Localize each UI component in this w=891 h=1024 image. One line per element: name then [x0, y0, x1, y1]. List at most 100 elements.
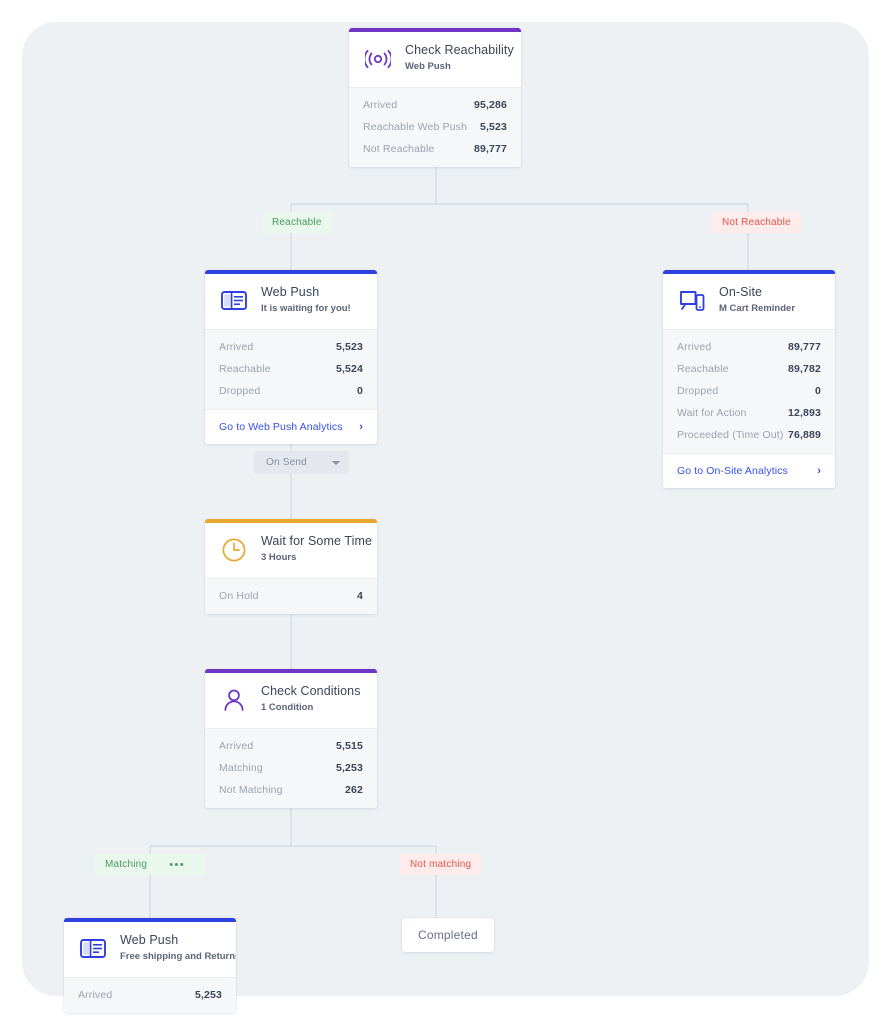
- stat-row: Dropped 0: [205, 380, 377, 402]
- stat-row: Matching 5,253: [205, 757, 377, 779]
- stat-value: 5,523: [480, 121, 507, 133]
- node-title: Check Reachability: [405, 43, 507, 58]
- stat-value: 5,515: [336, 740, 363, 752]
- stat-value: 89,777: [474, 143, 507, 155]
- stat-value: 5,523: [336, 341, 363, 353]
- stat-row: Arrived 5,515: [205, 735, 377, 757]
- stat-label: Arrived: [677, 341, 711, 353]
- node-title: On-Site: [719, 285, 795, 300]
- node-on-site[interactable]: On-Site M Cart Reminder Arrived 89,777 R…: [663, 270, 835, 488]
- web-push-analytics-link[interactable]: Go to Web Push Analytics ›: [205, 409, 377, 444]
- node-stats: Arrived 5,523 Reachable 5,524 Dropped 0: [205, 329, 377, 409]
- branch-label-reachable[interactable]: Reachable: [262, 212, 332, 233]
- journey-canvas: [22, 22, 869, 996]
- node-header: Web Push Free shipping and Returns.: [64, 922, 236, 977]
- stat-label: Arrived: [78, 989, 112, 1001]
- branch-label-text: Matching: [105, 859, 147, 870]
- stat-label: Reachable: [219, 363, 271, 375]
- node-check-conditions[interactable]: Check Conditions 1 Condition Arrived 5,5…: [205, 669, 377, 808]
- stat-row: Dropped 0: [663, 380, 835, 402]
- node-subtitle: 3 Hours: [261, 551, 363, 565]
- on-send-label: On Send: [266, 457, 307, 468]
- web-push-icon: [219, 286, 249, 316]
- node-titles: Check Conditions 1 Condition: [261, 684, 361, 715]
- node-subtitle: Web Push: [405, 60, 507, 74]
- stat-value: 76,889: [788, 429, 821, 441]
- node-title: Web Push: [261, 285, 351, 300]
- stat-label: Not Matching: [219, 784, 283, 796]
- node-stats: Arrived 5,253: [64, 977, 236, 1013]
- branch-label-matching[interactable]: Matching •••: [95, 854, 205, 875]
- branch-menu-icon[interactable]: •••: [169, 862, 185, 868]
- link-label: Go to On-Site Analytics: [677, 465, 788, 477]
- stat-row: On Hold 4: [205, 585, 377, 607]
- stat-value: 95,286: [474, 99, 507, 111]
- node-header: Web Push It is waiting for you!: [205, 274, 377, 329]
- node-stats: Arrived 95,286 Reachable Web Push 5,523 …: [349, 87, 521, 167]
- stat-value: 89,777: [788, 341, 821, 353]
- stat-row: Not Matching 262: [205, 779, 377, 801]
- node-titles: On-Site M Cart Reminder: [719, 285, 795, 316]
- branch-label-not-reachable[interactable]: Not Reachable: [712, 212, 801, 233]
- stat-row: Not Reachable 89,777: [349, 138, 521, 160]
- web-push-icon: [78, 934, 108, 964]
- node-titles: Check Reachability Web Push: [405, 43, 507, 74]
- node-titles: Web Push Free shipping and Returns.: [120, 933, 222, 964]
- node-title: Check Conditions: [261, 684, 361, 699]
- stat-label: Dropped: [219, 385, 260, 397]
- node-titles: Web Push It is waiting for you!: [261, 285, 351, 316]
- node-check-reachability[interactable]: Check Reachability Web Push Arrived 95,2…: [349, 28, 521, 167]
- stat-label: Matching: [219, 762, 263, 774]
- node-header: Check Reachability Web Push: [349, 32, 521, 87]
- clock-icon: [219, 535, 249, 565]
- node-subtitle: M Cart Reminder: [719, 302, 795, 316]
- stat-label: Proceeded (Time Out): [677, 429, 783, 441]
- stat-row: Wait for Action 12,893: [663, 402, 835, 424]
- stat-value: 0: [815, 385, 821, 397]
- node-header: On-Site M Cart Reminder: [663, 274, 835, 329]
- stat-value: 262: [345, 784, 363, 796]
- node-stats: On Hold 4: [205, 578, 377, 614]
- stat-label: Arrived: [363, 99, 397, 111]
- stat-row: Proceeded (Time Out) 76,889: [663, 424, 835, 446]
- node-header: Check Conditions 1 Condition: [205, 673, 377, 728]
- on-site-analytics-link[interactable]: Go to On-Site Analytics ›: [663, 453, 835, 488]
- node-web-push[interactable]: Web Push It is waiting for you! Arrived …: [205, 270, 377, 444]
- broadcast-icon: [363, 44, 393, 74]
- node-title: Web Push: [120, 933, 222, 948]
- user-icon: [219, 685, 249, 715]
- node-wait-for-some-time[interactable]: Wait for Some Time 3 Hours On Hold 4: [205, 519, 377, 614]
- link-label: Go to Web Push Analytics: [219, 421, 343, 433]
- stat-row: Reachable 89,782: [663, 358, 835, 380]
- stat-label: Reachable Web Push: [363, 121, 467, 133]
- branch-label-not-matching[interactable]: Not matching: [400, 854, 481, 875]
- branch-label-text: Not matching: [410, 859, 471, 870]
- node-completed[interactable]: Completed: [402, 918, 494, 952]
- on-site-icon: [677, 286, 707, 316]
- stat-label: Dropped: [677, 385, 718, 397]
- stat-label: Wait for Action: [677, 407, 747, 419]
- stat-row: Arrived 89,777: [663, 336, 835, 358]
- node-stats: Arrived 89,777 Reachable 89,782 Dropped …: [663, 329, 835, 453]
- node-header: Wait for Some Time 3 Hours: [205, 523, 377, 578]
- stat-label: Arrived: [219, 341, 253, 353]
- chevron-right-icon: ›: [359, 421, 363, 433]
- stat-value: 5,524: [336, 363, 363, 375]
- node-subtitle: It is waiting for you!: [261, 302, 351, 316]
- stat-label: Not Reachable: [363, 143, 434, 155]
- chevron-right-icon: ›: [817, 465, 821, 477]
- branch-label-text: Not Reachable: [722, 217, 791, 228]
- stat-value: 0: [357, 385, 363, 397]
- stat-row: Arrived 5,253: [64, 984, 236, 1006]
- chevron-down-icon: [332, 461, 340, 465]
- stat-value: 12,893: [788, 407, 821, 419]
- node-web-push-2[interactable]: Web Push Free shipping and Returns. Arri…: [64, 918, 236, 1013]
- node-titles: Wait for Some Time 3 Hours: [261, 534, 363, 565]
- stat-row: Arrived 5,523: [205, 336, 377, 358]
- stat-label: Reachable: [677, 363, 729, 375]
- completed-label: Completed: [418, 928, 478, 942]
- node-stats: Arrived 5,515 Matching 5,253 Not Matchin…: [205, 728, 377, 808]
- stat-label: On Hold: [219, 590, 259, 602]
- on-send-dropdown[interactable]: On Send: [254, 451, 349, 474]
- branch-label-text: Reachable: [272, 217, 322, 228]
